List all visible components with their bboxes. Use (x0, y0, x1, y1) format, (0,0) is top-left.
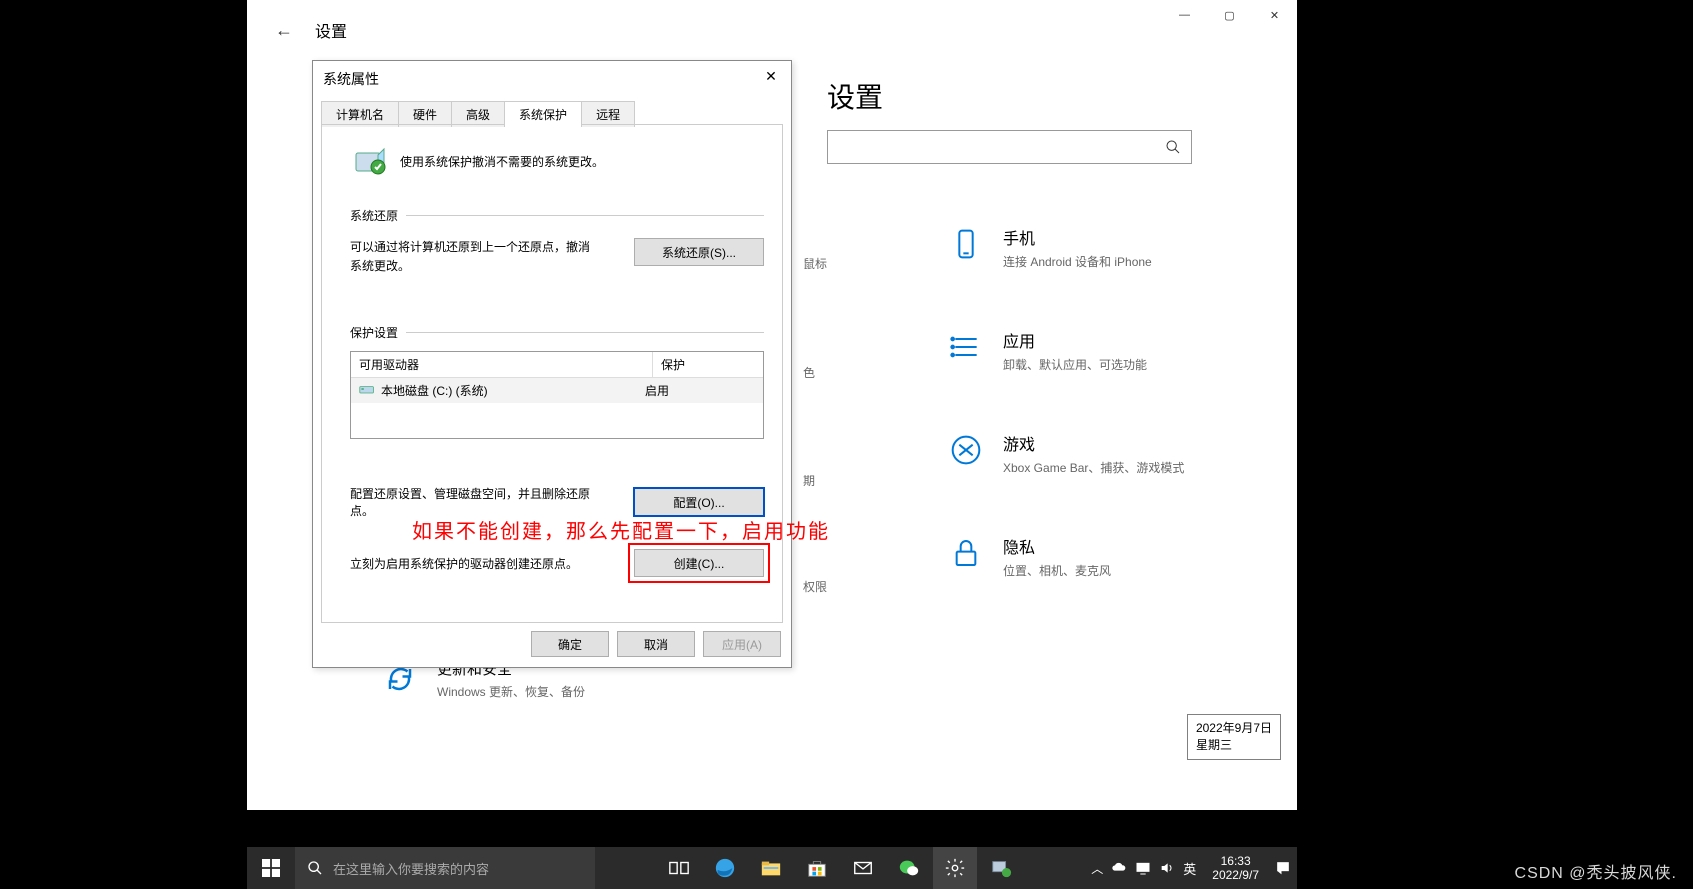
explorer-icon[interactable] (749, 847, 793, 889)
settings-item-apps[interactable]: 应用卸载、默认应用、可选功能 (947, 328, 1184, 373)
system-tray: ︿ 英 16:33 2022/9/7 (1085, 854, 1297, 883)
settings-item-sub: Xbox Game Bar、捕获、游戏模式 (1003, 459, 1184, 476)
settings-item-sub: 卸载、默认应用、可选功能 (1003, 356, 1147, 373)
window-controls: — ▢ ✕ (1162, 0, 1297, 30)
clock-date: 2022/9/7 (1212, 868, 1259, 882)
settings-search-input[interactable] (827, 130, 1192, 164)
store-icon[interactable] (795, 847, 839, 889)
search-icon (307, 860, 323, 876)
taskbar-apps (595, 847, 1085, 889)
apply-button[interactable]: 应用(A) (703, 631, 781, 657)
settings-item-privacy[interactable]: 隐私位置、相机、麦克风 (947, 534, 1184, 579)
settings-item-gaming[interactable]: 游戏 Xbox Game Bar、捕获、游戏模式 (947, 431, 1184, 476)
fragment-text: 期 (803, 472, 815, 489)
table-header: 可用驱动器 保护 (351, 352, 763, 378)
drive-status: 启用 (645, 382, 755, 399)
restore-heading: 系统还原 (350, 207, 398, 224)
screen-icon[interactable] (1135, 860, 1151, 876)
tray-chevron-icon[interactable]: ︿ (1091, 860, 1103, 877)
settings-header: ← 设置 — ▢ ✕ (247, 0, 1297, 50)
settings-item-label: 应用 (1003, 328, 1147, 352)
configure-button[interactable]: 配置(O)... (634, 488, 764, 516)
sysprops-taskbar-icon[interactable] (979, 847, 1023, 889)
shield-icon (352, 143, 388, 179)
tab-body: 使用系统保护撤消不需要的系统更改。 系统还原 可以通过将计算机还原到上一个还原点… (321, 124, 783, 623)
fragment-text: 权限 (803, 578, 827, 595)
back-arrow-icon[interactable]: ← (275, 20, 293, 41)
ime-indicator[interactable]: 英 (1183, 859, 1196, 878)
protection-heading: 保护设置 (350, 324, 398, 341)
tab-system-protection[interactable]: 系统保护 (504, 101, 582, 127)
settings-item-label: 隐私 (1003, 534, 1111, 558)
fragment-text: 色 (803, 364, 815, 381)
settings-item-sub: 连接 Android 设备和 iPhone (1003, 253, 1152, 270)
edge-icon[interactable] (703, 847, 747, 889)
wechat-icon[interactable] (887, 847, 931, 889)
restore-desc: 可以通过将计算机还原到上一个还原点，撤消系统更改。 (350, 238, 590, 276)
minimize-button[interactable]: — (1162, 0, 1207, 30)
apps-icon (947, 328, 985, 366)
ok-button[interactable]: 确定 (531, 631, 609, 657)
taskbar-search-placeholder: 在这里输入你要搜索的内容 (333, 859, 489, 878)
intro-row: 使用系统保护撤消不需要的系统更改。 (322, 125, 782, 185)
close-button[interactable]: ✕ (1252, 0, 1297, 30)
notifications-icon[interactable] (1275, 860, 1291, 876)
lock-icon (947, 534, 985, 572)
annotation-text: 如果不能创建，那么先配置一下，启用功能 (412, 515, 830, 544)
system-restore-button[interactable]: 系统还原(S)... (634, 238, 764, 266)
settings-item-label: 游戏 (1003, 431, 1184, 455)
fragment-text: 鼠标 (803, 255, 827, 272)
onedrive-icon[interactable] (1111, 860, 1127, 876)
phone-icon (947, 225, 985, 263)
search-icon (1165, 139, 1181, 155)
dialog-close-button[interactable]: ✕ (757, 65, 785, 87)
settings-item-sub: 位置、相机、麦克风 (1003, 562, 1111, 579)
drive-table[interactable]: 可用驱动器 保护 本地磁盘 (C:) (系统) 启用 (350, 351, 764, 439)
dialog-footer: 确定 取消 应用(A) (313, 631, 781, 657)
maximize-button[interactable]: ▢ (1207, 0, 1252, 30)
tooltip-date: 2022年9月7日 (1196, 720, 1272, 737)
taskbar-search[interactable]: 在这里输入你要搜索的内容 (295, 847, 595, 889)
dialog-title: 系统属性 (323, 69, 379, 89)
col-status: 保护 (653, 352, 763, 377)
settings-item-sub: Windows 更新、恢复、备份 (437, 683, 585, 700)
intro-text: 使用系统保护撤消不需要的系统更改。 (400, 153, 604, 170)
clock-time: 16:33 (1212, 854, 1259, 868)
mail-icon[interactable] (841, 847, 885, 889)
table-row[interactable]: 本地磁盘 (C:) (系统) 启用 (351, 378, 763, 403)
create-desc: 立刻为启用系统保护的驱动器创建还原点。 (350, 555, 578, 572)
create-row: 立刻为启用系统保护的驱动器创建还原点。 创建(C)... (350, 549, 764, 577)
settings-title: 设置 (315, 18, 347, 42)
gaming-icon (947, 431, 985, 469)
taskbar-clock[interactable]: 16:33 2022/9/7 (1204, 854, 1267, 883)
start-button[interactable] (247, 847, 295, 889)
tooltip-weekday: 星期三 (1196, 737, 1272, 754)
drive-icon (359, 382, 375, 399)
taskbar: 在这里输入你要搜索的内容 ︿ 英 16:33 2022/9/7 (247, 847, 1297, 889)
settings-category-list: 手机连接 Android 设备和 iPhone 应用卸载、默认应用、可选功能 游… (947, 225, 1184, 637)
settings-window: ← 设置 — ▢ ✕ 设置 鼠标 色 期 权限 手机连接 Android 设备和… (247, 0, 1297, 810)
date-tooltip: 2022年9月7日 星期三 (1187, 714, 1281, 760)
settings-item-label: 手机 (1003, 225, 1152, 249)
settings-item-phone[interactable]: 手机连接 Android 设备和 iPhone (947, 225, 1184, 270)
system-properties-dialog: 系统属性 ✕ 计算机名 硬件 高级 系统保护 远程 使用系统保护撤消不需要的系统… (312, 60, 792, 668)
settings-taskbar-icon[interactable] (933, 847, 977, 889)
restore-section: 系统还原 可以通过将计算机还原到上一个还原点，撤消系统更改。 系统还原(S)..… (350, 207, 764, 276)
cancel-button[interactable]: 取消 (617, 631, 695, 657)
task-view-icon[interactable] (657, 847, 701, 889)
watermark: CSDN @秃头披风侠. (1515, 859, 1677, 883)
drive-name: 本地磁盘 (C:) (系统) (381, 382, 488, 399)
create-button[interactable]: 创建(C)... (634, 549, 764, 577)
volume-icon[interactable] (1159, 860, 1175, 876)
page-title: 设置 (827, 76, 883, 116)
col-drive: 可用驱动器 (351, 352, 653, 377)
